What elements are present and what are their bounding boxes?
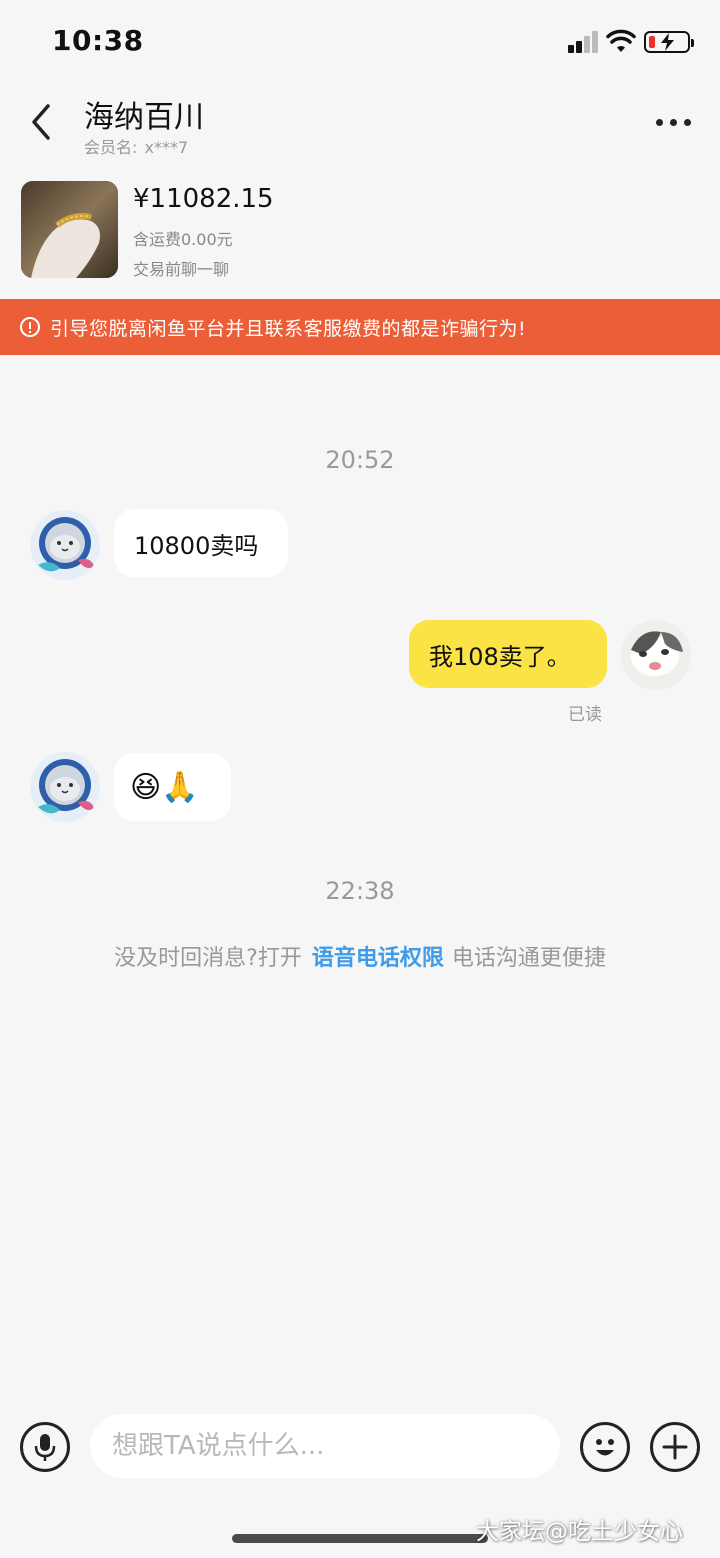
hint-suffix: 电话沟通更便捷 xyxy=(451,946,606,971)
more-dots-icon[interactable] xyxy=(652,112,696,132)
home-indicator xyxy=(232,1534,488,1543)
chat-timestamp: 22:38 xyxy=(325,877,395,905)
product-card[interactable]: ¥11082.15 含运费0.00元 交易前聊一聊 xyxy=(0,170,720,298)
user-avatar[interactable] xyxy=(621,620,691,690)
input-bar xyxy=(0,1410,720,1484)
seller-name[interactable]: 海纳百川 xyxy=(84,92,204,136)
message-input[interactable] xyxy=(90,1414,560,1478)
plus-circle-icon[interactable] xyxy=(650,1422,700,1472)
message-bubble[interactable]: 10800卖吗 xyxy=(114,509,288,577)
member-label: 会员名: xyxy=(84,138,138,157)
voice-call-hint: 没及时回消息?打开 语音电话权限 电话沟通更便捷 xyxy=(0,940,720,972)
product-shipping: 含运费0.00元 xyxy=(133,230,233,249)
message-bubble[interactable]: 我108卖了。 xyxy=(409,620,607,688)
product-image[interactable] xyxy=(21,181,118,278)
status-bar: 10:38 xyxy=(0,0,720,80)
status-time: 10:38 xyxy=(52,24,144,57)
member-info: 会员名: x***7 xyxy=(84,134,190,158)
chat-screen: 10:38 海纳百川 会员名: x***7 ¥11082.15 含运费0.00元… xyxy=(0,0,720,1558)
watermark: 大家坛@吃土少女心 xyxy=(476,1519,683,1545)
signal-icon xyxy=(568,31,600,53)
read-status: 已读 xyxy=(568,705,602,725)
warning-icon xyxy=(20,317,40,337)
product-note: 交易前聊一聊 xyxy=(133,260,230,279)
charging-bolt-icon xyxy=(661,33,674,51)
fraud-warning-banner: 引导您脱离闲鱼平台并且联系客服缴费的都是诈骗行为! xyxy=(0,299,720,355)
chevron-left-icon[interactable] xyxy=(24,102,58,142)
member-id: x***7 xyxy=(144,138,189,157)
battery-level xyxy=(649,36,655,48)
chat-header: 海纳百川 会员名: x***7 xyxy=(0,80,720,170)
battery-icon xyxy=(644,31,694,53)
hint-prefix: 没及时回消息?打开 xyxy=(114,946,302,971)
chat-timestamp: 20:52 xyxy=(325,446,395,474)
voice-permission-link[interactable]: 语音电话权限 xyxy=(312,946,444,971)
wifi-icon xyxy=(606,29,636,52)
smiley-icon[interactable] xyxy=(580,1422,630,1472)
seller-avatar[interactable] xyxy=(30,752,100,822)
message-bubble[interactable]: 😆🙏 xyxy=(114,753,231,821)
microphone-icon[interactable] xyxy=(20,1422,70,1472)
warning-text: 引导您脱离闲鱼平台并且联系客服缴费的都是诈骗行为! xyxy=(50,317,527,340)
product-price: ¥11082.15 xyxy=(133,184,274,214)
seller-avatar[interactable] xyxy=(30,510,100,580)
